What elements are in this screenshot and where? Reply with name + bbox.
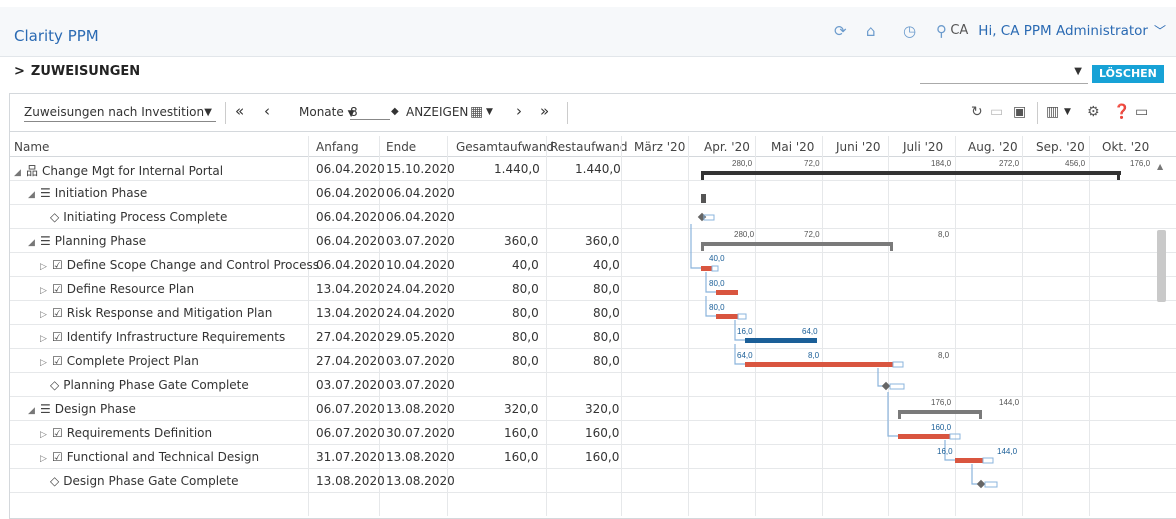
save-icon[interactable]: ▭: [990, 104, 1003, 120]
expand-icon[interactable]: ◢: [28, 406, 38, 416]
expand-icon[interactable]: ▷: [40, 286, 50, 296]
chart-icon[interactable]: ▥: [1046, 104, 1059, 120]
phase-icon: ☰: [40, 402, 51, 416]
table-row[interactable]: ▷ ☑ Define Resource Plan 13.04.2020 24.04.…: [10, 277, 1176, 301]
project-icon: 品: [26, 164, 39, 178]
help-icon[interactable]: ❓: [1113, 104, 1130, 120]
column-header: Name Anfang Ende Gesamtaufwand Restaufwa…: [10, 136, 1176, 157]
phase-icon: ☰: [40, 186, 51, 200]
section-select[interactable]: ▼: [920, 66, 1088, 84]
chevron-right-icon: >: [14, 64, 25, 79]
expand-icon[interactable]: ◢: [28, 238, 38, 248]
table-row[interactable]: ◇ Design Phase Gate Complete 13.08.2020 1…: [10, 469, 1176, 493]
stepper-icon[interactable]: ◆: [391, 106, 399, 117]
table-row[interactable]: ▷ ☑ Requirements Definition 06.07.2020 30.…: [10, 421, 1176, 445]
task-checkbox-icon: ☑: [52, 306, 63, 320]
excel-export-icon[interactable]: ▣: [1013, 104, 1026, 120]
col-month: Mai '20: [771, 140, 815, 154]
table-row[interactable]: ◇ Initiating Process Complete 06.04.2020 …: [10, 205, 1176, 229]
user-greeting: Hi, CA PPM Administrator: [978, 22, 1148, 39]
milestone-icon: ◇: [50, 378, 60, 392]
phase-icon: ☰: [40, 234, 51, 248]
scroll-up-icon[interactable]: ▲: [1157, 162, 1163, 171]
table-row[interactable]: ▷ ☑ Define Scope Change and Control Proces…: [10, 253, 1176, 277]
expand-icon[interactable]: ▷: [40, 310, 50, 320]
delete-button[interactable]: LÖSCHEN: [1092, 65, 1164, 83]
expand-icon[interactable]: ▷: [40, 334, 50, 344]
separator: [567, 102, 568, 124]
col-month: Apr. '20: [704, 140, 750, 154]
separator: [1037, 102, 1038, 124]
milestone-icon: ◇: [50, 210, 60, 224]
task-checkbox-icon: ☑: [52, 282, 63, 296]
table-row[interactable]: ▷ ☑ Functional and Technical Design 31.07.…: [10, 445, 1176, 469]
app-title[interactable]: Clarity PPM: [14, 27, 99, 45]
search-icon[interactable]: ⚲: [936, 22, 947, 40]
task-checkbox-icon: ☑: [52, 450, 63, 464]
table-row[interactable]: ▷ ☑ Complete Project Plan 27.04.2020 03.07…: [10, 349, 1176, 373]
table-row[interactable]: ◢ ☰ Design Phase 06.07.2020 13.08.2020 320…: [10, 397, 1176, 421]
prev-page-icon[interactable]: ‹: [264, 102, 270, 120]
separator: [225, 102, 226, 124]
monitor-icon[interactable]: ▭: [1135, 104, 1148, 120]
table-row[interactable]: ◢ ☰ Initiation Phase 06.04.2020 06.04.2020: [10, 181, 1176, 205]
task-checkbox-icon: ☑: [52, 258, 63, 272]
chevron-down-icon: ▼: [1074, 66, 1082, 77]
chevron-down-icon[interactable]: ▼: [486, 107, 493, 117]
col-month: Sep. '20: [1036, 140, 1085, 154]
table-row[interactable]: ◢ ☰ Planning Phase 06.04.2020 03.07.2020 3…: [10, 229, 1176, 253]
milestone-icon: ◇: [50, 474, 60, 488]
col-remaining-effort[interactable]: Restaufwand: [550, 140, 628, 154]
vertical-scrollbar-thumb[interactable]: [1157, 230, 1166, 302]
expand-icon[interactable]: ▷: [40, 430, 50, 440]
chevron-down-icon: ▼: [204, 107, 212, 118]
section-title[interactable]: > ZUWEISUNGEN: [14, 64, 140, 79]
user-menu[interactable]: CA Hi, CA PPM Administrator ﹀: [950, 22, 1166, 39]
assignments-panel: Zuweisungen nach Investition ▼ « ‹ Monat…: [9, 93, 1176, 519]
col-name[interactable]: Name: [14, 140, 49, 154]
col-month: Juli '20: [903, 140, 944, 154]
expand-icon[interactable]: ▷: [40, 358, 50, 368]
task-checkbox-icon: ☑: [52, 330, 63, 344]
last-page-icon[interactable]: »: [540, 102, 549, 120]
view-select[interactable]: Zuweisungen nach Investition ▼: [24, 105, 216, 122]
col-month: Aug. '20: [968, 140, 1018, 154]
task-checkbox-icon: ☑: [52, 426, 63, 440]
col-month: März '20: [634, 140, 686, 154]
calendar-icon[interactable]: ▦: [470, 104, 483, 120]
col-month: Juni '20: [836, 140, 881, 154]
next-page-icon[interactable]: ›: [516, 102, 522, 120]
toolbar: Zuweisungen nach Investition ▼ « ‹ Monat…: [10, 94, 1176, 132]
period-count-input[interactable]: 8: [350, 105, 390, 120]
refresh-icon[interactable]: ⟳: [834, 22, 847, 40]
period-unit-select[interactable]: Monate ▼: [299, 105, 355, 119]
reload-icon[interactable]: ↻: [971, 104, 983, 120]
col-total-effort[interactable]: Gesamtaufwand: [456, 140, 554, 154]
chevron-down-icon[interactable]: ▼: [1064, 107, 1071, 117]
table-row[interactable]: ◇ Planning Phase Gate Complete 03.07.2020…: [10, 373, 1176, 397]
table-row[interactable]: ◢ 品 Change Mgt for Internal Portal 06.04.2…: [10, 157, 1176, 181]
top-cut-text: [0, 0, 1176, 7]
task-checkbox-icon: ☑: [52, 354, 63, 368]
expand-icon[interactable]: ▷: [40, 262, 50, 272]
app-header: Clarity PPM ⟳ ⌂ ◷ ⚲ CA Hi, CA PPM Admini…: [0, 7, 1176, 57]
col-end[interactable]: Ende: [386, 140, 416, 154]
expand-icon[interactable]: ▷: [40, 454, 50, 464]
col-month: Okt. '20: [1102, 140, 1150, 154]
clock-icon[interactable]: ◷: [903, 22, 916, 40]
show-button[interactable]: ANZEIGEN: [406, 105, 468, 119]
expand-icon[interactable]: ◢: [14, 168, 24, 178]
home-icon[interactable]: ⌂: [866, 22, 876, 40]
gear-icon[interactable]: ⚙: [1087, 104, 1100, 120]
chevron-down-icon: ﹀: [1153, 24, 1166, 38]
col-start[interactable]: Anfang: [316, 140, 359, 154]
first-page-icon[interactable]: «: [235, 102, 244, 120]
table-row[interactable]: ▷ ☑ Risk Response and Mitigation Plan 13.0…: [10, 301, 1176, 325]
user-initials: CA: [950, 23, 969, 38]
expand-icon[interactable]: ◢: [28, 190, 38, 200]
table-row[interactable]: ▷ ☑ Identify Infrastructure Requirements 2…: [10, 325, 1176, 349]
